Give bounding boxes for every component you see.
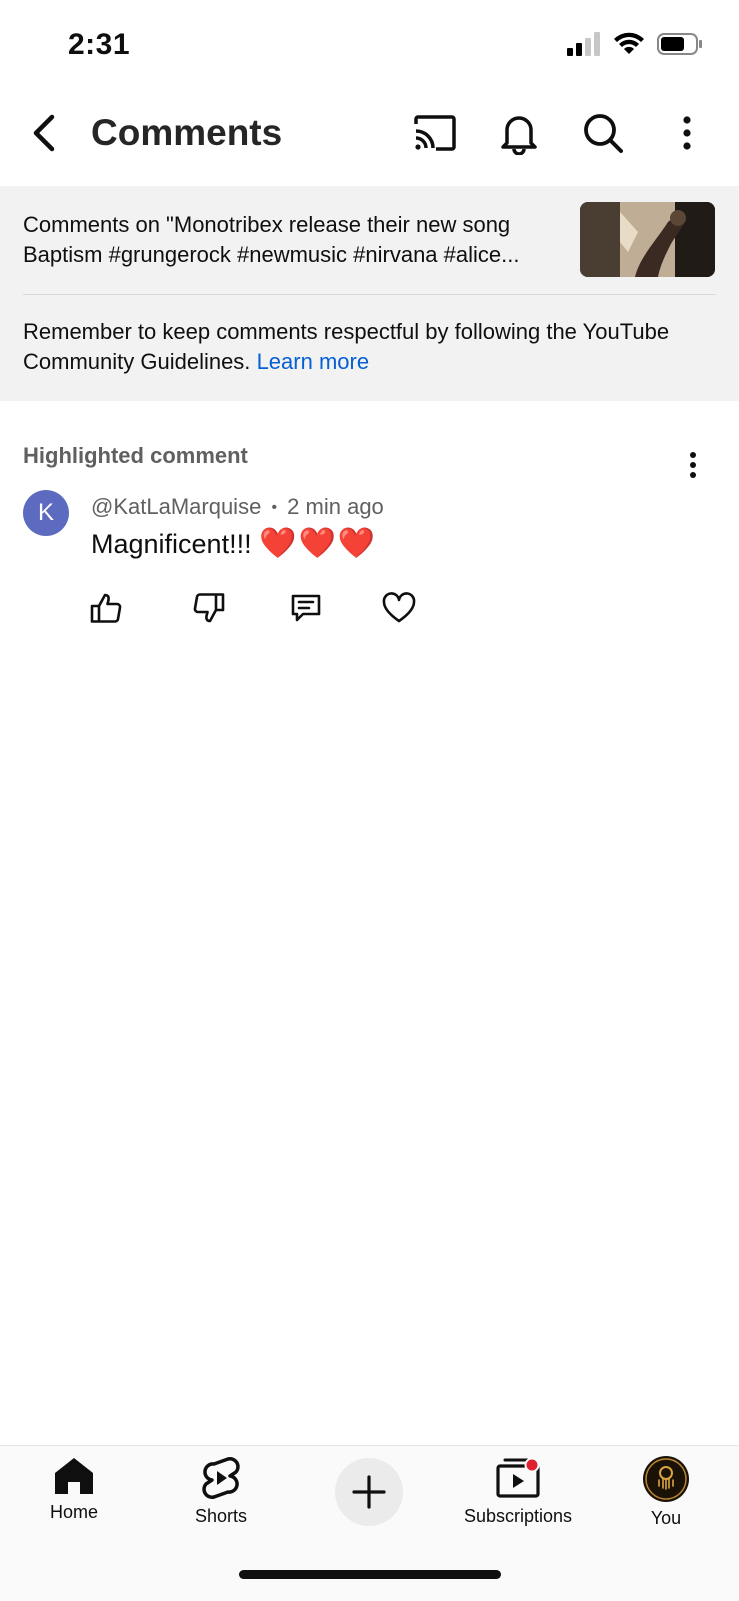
comment-body: Magnificent!!!	[91, 529, 252, 559]
page-title: Comments	[91, 112, 283, 153]
status-bar: 2:31	[0, 0, 739, 90]
nav-subscriptions[interactable]: Subscriptions	[458, 1456, 578, 1527]
like-button[interactable]	[88, 590, 124, 626]
nav-shorts-label: Shorts	[194, 1506, 248, 1526]
signal-icon	[567, 32, 600, 56]
highlighted-comment-label: Highlighted comment	[23, 443, 248, 468]
back-button[interactable]	[22, 108, 66, 158]
avatar-letter: K	[37, 499, 54, 526]
meta-separator: •	[271, 499, 278, 517]
nav-shorts[interactable]: Shorts	[190, 1456, 252, 1527]
back-icon	[33, 114, 55, 152]
community-guidelines-notice: Remember to keep comments respectful by …	[23, 317, 713, 377]
nav-home[interactable]: Home	[44, 1456, 104, 1523]
profile-avatar	[643, 1456, 689, 1502]
bell-icon	[501, 116, 537, 155]
status-time: 2:31	[68, 28, 131, 61]
create-button[interactable]	[335, 1458, 403, 1526]
heart-emoji: ❤️❤️❤️	[259, 527, 378, 560]
reply-icon	[291, 594, 321, 622]
more-vertical-icon	[690, 452, 696, 478]
heart-button[interactable]	[381, 590, 417, 626]
wifi-icon	[614, 32, 644, 54]
comment-time: 2 min ago	[287, 494, 384, 519]
more-options-button[interactable]	[662, 108, 712, 158]
plus-icon	[352, 1475, 386, 1509]
comment-more-button[interactable]	[675, 447, 711, 483]
reply-button[interactable]	[288, 590, 324, 626]
comment-meta: @KatLaMarquise • 2 min ago	[91, 494, 384, 520]
nav-you[interactable]: You	[636, 1456, 696, 1529]
search-button[interactable]	[578, 108, 628, 158]
cast-icon	[414, 115, 456, 151]
learn-more-link[interactable]: Learn more	[257, 349, 370, 374]
home-icon	[55, 1458, 93, 1494]
search-icon	[584, 114, 623, 153]
comment-author[interactable]: @KatLaMarquise	[91, 494, 261, 519]
cast-button[interactable]	[410, 108, 460, 158]
commenter-avatar[interactable]: K	[23, 490, 69, 536]
app-header: Comments	[0, 90, 739, 186]
status-icons	[567, 32, 703, 56]
nav-you-label: You	[650, 1508, 682, 1528]
video-info-panel: Comments on "Monotribex release their ne…	[0, 186, 739, 401]
divider	[23, 294, 716, 295]
shorts-icon	[202, 1457, 240, 1499]
video-thumbnail[interactable]	[580, 202, 715, 277]
nav-subscriptions-label: Subscriptions	[463, 1506, 573, 1526]
comment-text: Magnificent!!! ❤️❤️❤️	[91, 526, 377, 561]
battery-icon	[657, 33, 702, 55]
video-title[interactable]: Comments on "Monotribex release their ne…	[23, 210, 568, 270]
notifications-button[interactable]	[494, 108, 544, 158]
subscriptions-icon	[496, 1457, 540, 1498]
thumbs-up-icon	[90, 593, 122, 623]
more-vertical-icon	[683, 116, 691, 150]
thumbs-down-icon	[193, 593, 225, 623]
heart-icon	[382, 592, 416, 623]
nav-home-label: Home	[49, 1502, 98, 1522]
dislike-button[interactable]	[191, 590, 227, 626]
home-indicator	[239, 1570, 501, 1579]
